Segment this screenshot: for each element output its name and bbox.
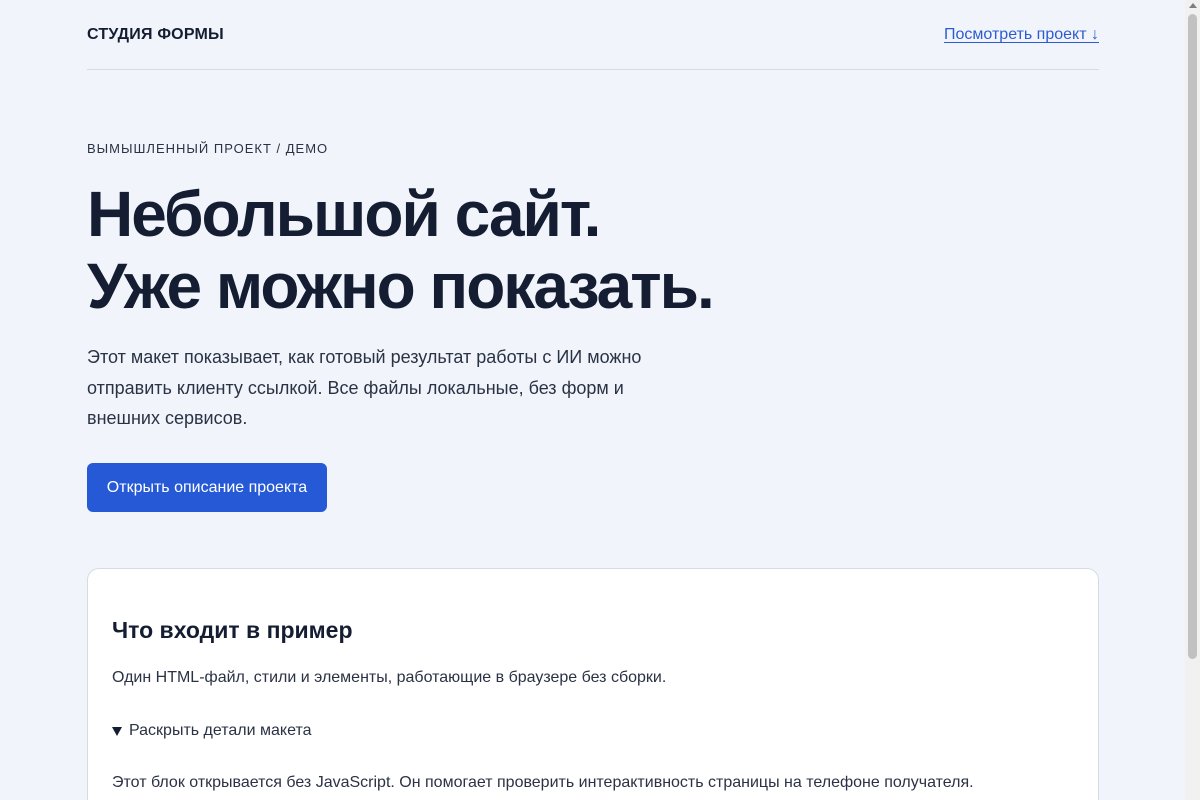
details-toggle[interactable]: Раскрыть детали макета	[112, 722, 312, 740]
hero-title-line-1: Небольшой сайт.	[87, 178, 601, 250]
scrollbar-thumb[interactable]	[1188, 14, 1197, 659]
site-header: СТУДИЯ ФОРМЫ Посмотреть проект ↓	[87, 0, 1099, 70]
triangle-down-icon	[112, 727, 122, 736]
details-content: Этот блок открывается без JavaScript. Он…	[112, 774, 974, 791]
hero-title-line-2: Уже можно показать.	[87, 250, 715, 322]
details-toggle-label: Раскрыть детали макета	[129, 722, 312, 739]
brand-logo[interactable]: СТУДИЯ ФОРМЫ	[87, 26, 224, 44]
hero-title: Небольшой сайт. Уже можно показать.	[87, 178, 867, 322]
view-project-link[interactable]: Посмотреть проект ↓	[944, 26, 1099, 44]
card-description: Один HTML-файл, стили и элементы, работа…	[112, 669, 667, 686]
card-title: Что входит в пример	[112, 617, 353, 643]
page: СТУДИЯ ФОРМЫ Посмотреть проект ↓ ВЫМЫШЛЕ…	[0, 0, 1200, 800]
page-scrollbar[interactable]	[1185, 0, 1200, 800]
example-card: Что входит в пример Один HTML-файл, стил…	[87, 568, 1099, 800]
hero-description: Этот макет показывает, как готовый резул…	[87, 347, 642, 428]
eyebrow-label: ВЫМЫШЛЕННЫЙ ПРОЕКТ / ДЕМО	[87, 141, 329, 156]
open-project-description-button[interactable]: Открыть описание проекта	[87, 463, 327, 512]
scroll-up-arrow-icon[interactable]	[1189, 3, 1197, 8]
